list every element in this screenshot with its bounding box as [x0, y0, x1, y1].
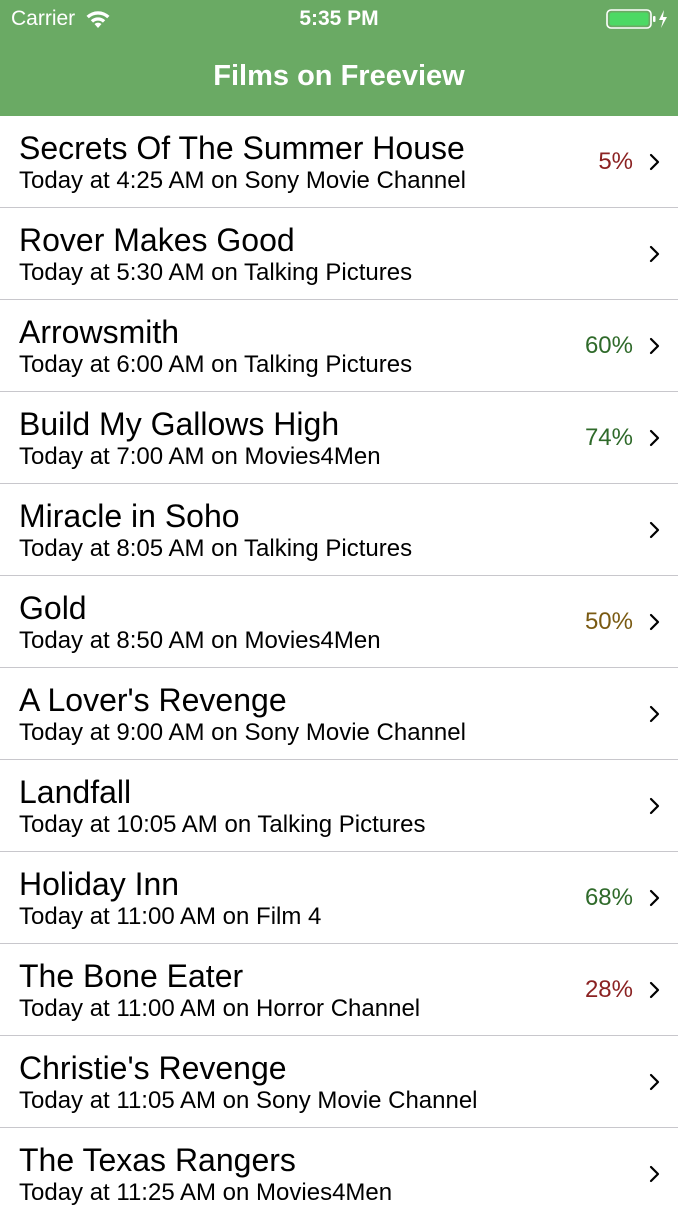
navigation-bar: Carrier 5:35 PM Films on Freeview	[0, 0, 678, 116]
chevron-right-icon	[649, 705, 660, 723]
film-title: Landfall	[19, 774, 132, 810]
film-broadcast-info: Today at 4:25 AM on Sony Movie Channel	[19, 167, 466, 194]
film-row[interactable]: A Lover's Revenge Today at 9:00 AM on Son…	[0, 668, 678, 760]
film-broadcast-info: Today at 10:05 AM on Talking Pictures	[19, 811, 426, 838]
film-broadcast-info: Today at 11:00 AM on Film 4	[19, 903, 322, 930]
film-broadcast-info: Today at 5:30 AM on Talking Pictures	[19, 259, 413, 286]
film-title: Arrowsmith	[19, 314, 180, 350]
film-row[interactable]: Holiday Inn Today at 11:00 AM on Film 4 68…	[0, 852, 678, 944]
film-broadcast-info: Today at 8:05 AM on Talking Pictures	[19, 535, 413, 562]
chevron-right-icon	[649, 521, 660, 539]
film-title: Build My Gallows High	[19, 406, 340, 442]
film-broadcast-info: Today at 8:50 AM on Movies4Men	[19, 627, 381, 654]
chevron-right-icon	[649, 613, 660, 631]
chevron-right-icon	[649, 889, 660, 907]
film-row[interactable]: Rover Makes Good Today at 5:30 AM on Talk…	[0, 208, 678, 300]
film-rating: 74%	[584, 424, 633, 451]
film-list: Secrets Of The Summer House Today at 4:25…	[0, 116, 678, 1206]
chevron-right-icon	[649, 429, 660, 447]
film-title: Rover Makes Good	[19, 222, 295, 258]
film-title: Christie's Revenge	[19, 1050, 287, 1086]
chevron-right-icon	[649, 337, 660, 355]
film-rating: 68%	[584, 884, 633, 911]
film-title: A Lover's Revenge	[19, 682, 287, 718]
film-title: Secrets Of The Summer House	[19, 130, 465, 166]
screen: Carrier 5:35 PM Films on Freeview Secret…	[0, 0, 678, 1206]
film-broadcast-info: Today at 11:25 AM on Movies4Men	[19, 1179, 393, 1206]
film-rating: 5%	[598, 148, 633, 175]
chevron-right-icon	[649, 981, 660, 999]
film-broadcast-info: Today at 7:00 AM on Movies4Men	[19, 443, 381, 470]
film-broadcast-info: Today at 11:05 AM on Sony Movie Channel	[19, 1087, 478, 1114]
page-title: Films on Freeview	[213, 60, 465, 92]
film-rating: 60%	[584, 332, 633, 359]
film-title: Miracle in Soho	[19, 498, 240, 534]
film-row[interactable]: Build My Gallows High Today at 7:00 AM on…	[0, 392, 678, 484]
film-row[interactable]: Gold Today at 8:50 AM on Movies4Men 50%	[0, 576, 678, 668]
chevron-right-icon	[649, 245, 660, 263]
film-rating: 50%	[584, 608, 633, 635]
film-title: Gold	[19, 590, 87, 626]
film-row[interactable]: The Bone Eater Today at 11:00 AM on Horro…	[0, 944, 678, 1036]
film-broadcast-info: Today at 6:00 AM on Talking Pictures	[19, 351, 413, 378]
chevron-right-icon	[649, 1073, 660, 1091]
film-row[interactable]: Secrets Of The Summer House Today at 4:25…	[0, 116, 678, 208]
film-row[interactable]: Christie's Revenge Today at 11:05 AM on S…	[0, 1036, 678, 1128]
film-title: Holiday Inn	[19, 866, 180, 902]
film-row[interactable]: Landfall Today at 10:05 AM on Talking Pic…	[0, 760, 678, 852]
film-row[interactable]: Miracle in Soho Today at 8:05 AM on Talki…	[0, 484, 678, 576]
status-time: 5:35 PM	[299, 7, 379, 30]
status-bar: Carrier 5:35 PM	[0, 0, 678, 40]
chevron-right-icon	[649, 1165, 660, 1183]
film-title: The Texas Rangers	[19, 1142, 296, 1178]
film-row[interactable]: Arrowsmith Today at 6:00 AM on Talking Pi…	[0, 300, 678, 392]
film-broadcast-info: Today at 9:00 AM on Sony Movie Channel	[19, 719, 466, 746]
film-rating: 28%	[584, 976, 633, 1003]
film-broadcast-info: Today at 11:00 AM on Horror Channel	[19, 995, 421, 1022]
battery-icon	[606, 9, 667, 29]
chevron-right-icon	[649, 797, 660, 815]
charging-icon	[659, 10, 667, 28]
film-row[interactable]: The Texas Rangers Today at 11:25 AM on Mo…	[0, 1128, 678, 1206]
chevron-right-icon	[649, 153, 660, 171]
film-title: The Bone Eater	[19, 958, 244, 994]
